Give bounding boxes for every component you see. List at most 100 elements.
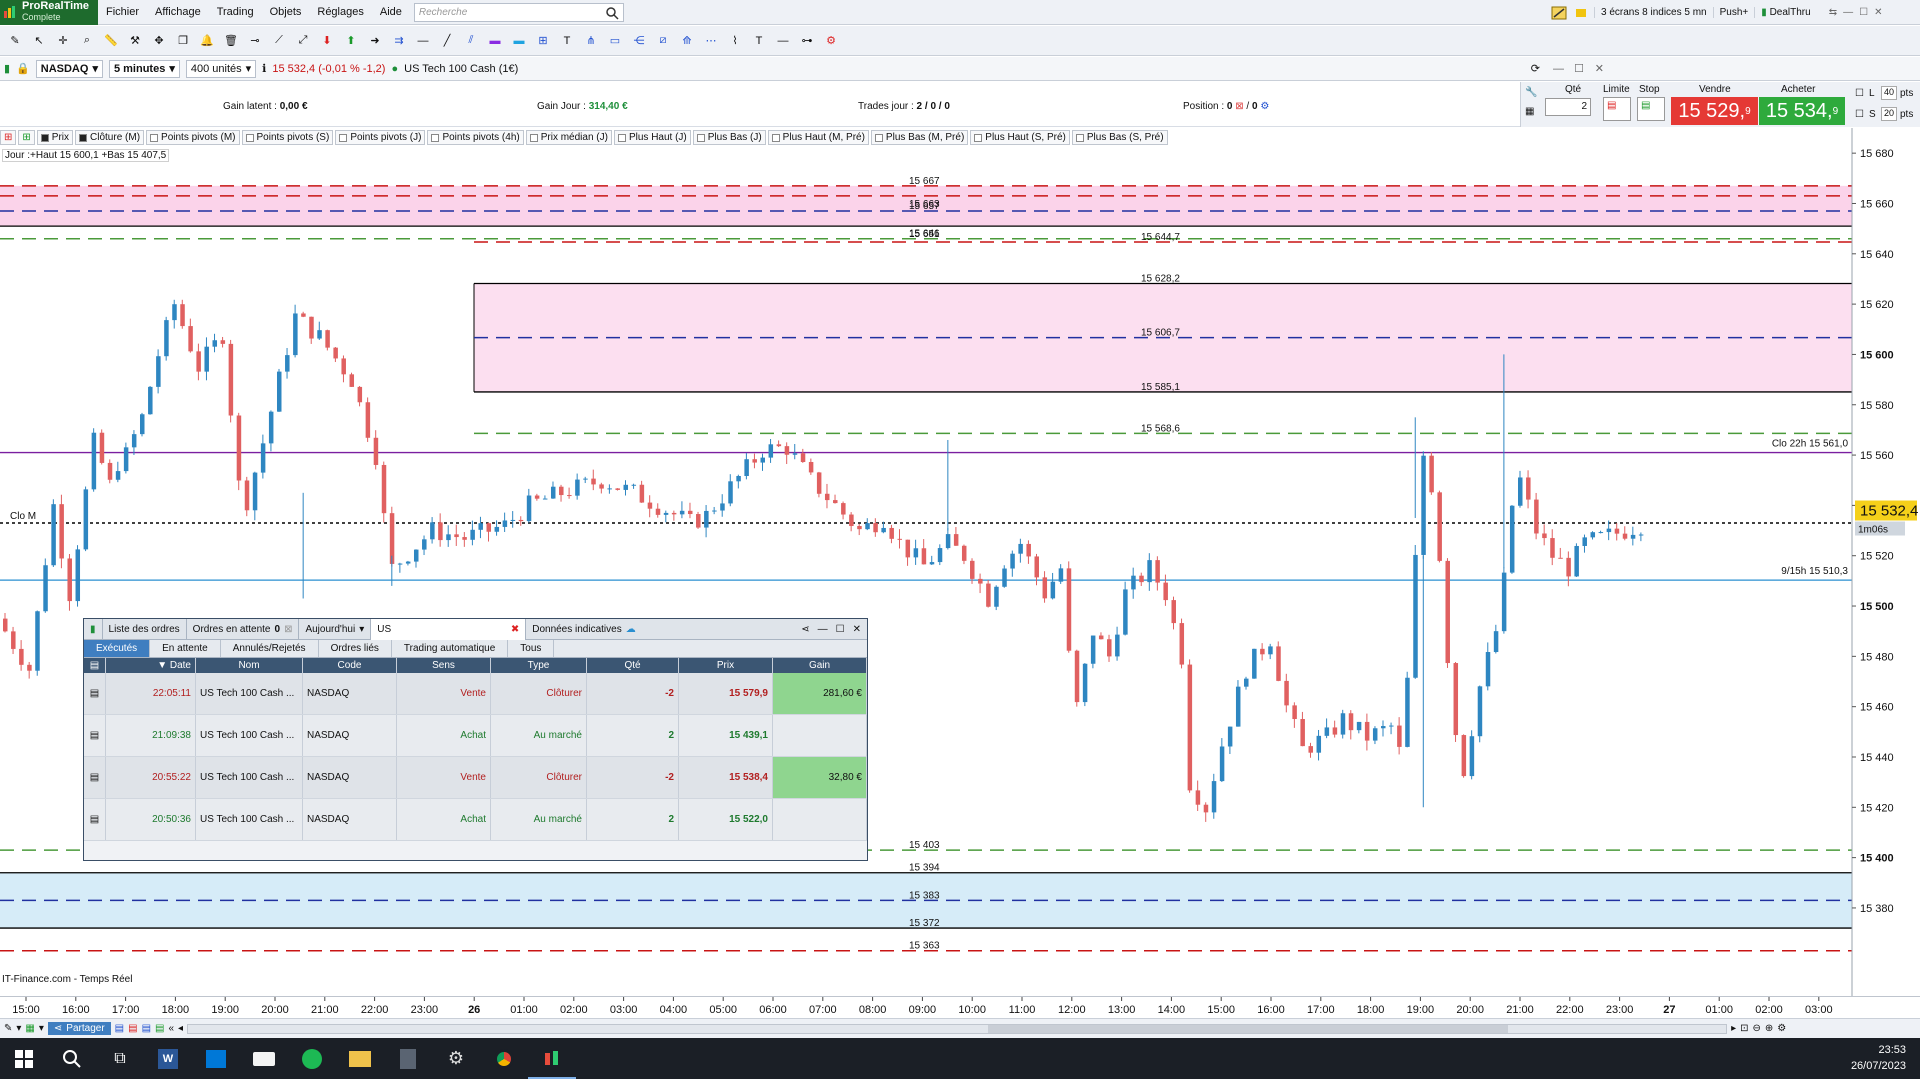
- zoom-fit-icon[interactable]: ⊡: [1740, 1023, 1748, 1034]
- search-input[interactable]: Recherche: [413, 2, 624, 22]
- horizontal-scrollbar[interactable]: [187, 1023, 1728, 1034]
- brush-icon[interactable]: ⌇: [726, 32, 744, 50]
- line-points-icon[interactable]: ⊸: [246, 32, 264, 50]
- fib-icon[interactable]: ⇉: [390, 32, 408, 50]
- table-row[interactable]: ▤ 22:05:11 US Tech 100 Cash ... NASDAQ V…: [84, 673, 867, 715]
- crosshair-icon[interactable]: ✛: [54, 32, 72, 50]
- col-date[interactable]: ▼ Date: [106, 658, 196, 673]
- word-icon[interactable]: W: [144, 1038, 192, 1079]
- window-minimize-icon[interactable]: —: [1843, 7, 1853, 18]
- buy-button[interactable]: 15 534, 9: [1759, 97, 1845, 125]
- pencil-icon[interactable]: [1550, 5, 1568, 21]
- indicator-checkbox[interactable]: [771, 133, 780, 142]
- col-nom[interactable]: Nom: [196, 658, 303, 673]
- explorer-icon[interactable]: [336, 1038, 384, 1079]
- symbol-selector[interactable]: NASDAQ ▾: [35, 59, 103, 78]
- ruler-icon[interactable]: 📏: [102, 32, 120, 50]
- indicator-checkbox[interactable]: [150, 133, 159, 142]
- info-icon[interactable]: ℹ: [262, 62, 266, 75]
- indicator-plus-haut-j[interactable]: Plus Haut (J): [613, 130, 691, 145]
- calculator-icon[interactable]: ▦: [1525, 106, 1534, 117]
- col-gain[interactable]: Gain: [773, 658, 867, 673]
- layout-selector[interactable]: 3 écrans 8 indices 5 mn: [1594, 7, 1714, 18]
- copy-icon[interactable]: ❐: [174, 32, 192, 50]
- indicator-checkbox[interactable]: [874, 133, 883, 142]
- calculator-icon[interactable]: [384, 1038, 432, 1079]
- color-line-icon[interactable]: ▬: [486, 32, 504, 50]
- text-box-icon[interactable]: T: [750, 32, 768, 50]
- tools-icon[interactable]: ⚒: [126, 32, 144, 50]
- time-axis[interactable]: 15:00 16:00 17:00 18:00 19:00 20:00 21:00 22:00…: [0, 996, 1920, 1018]
- indicator-checkbox[interactable]: [617, 133, 626, 142]
- horizontal-line-icon[interactable]: —: [414, 32, 432, 50]
- wrench-icon[interactable]: 🔧: [1525, 87, 1537, 98]
- scroll-left-icon[interactable]: «: [168, 1023, 174, 1034]
- menu-fichier[interactable]: Fichier: [98, 6, 147, 18]
- minimize-icon[interactable]: —: [818, 624, 828, 635]
- settings-icon[interactable]: ⚙: [1777, 1023, 1786, 1034]
- store-icon[interactable]: [192, 1038, 240, 1079]
- scroll-step-right-icon[interactable]: ▸: [1731, 1023, 1736, 1034]
- row-detail-icon[interactable]: ▤: [84, 799, 106, 840]
- ellipse-icon[interactable]: ⊶: [798, 32, 816, 50]
- taskbar-clock[interactable]: 23:53 26/07/2023: [1851, 1042, 1906, 1074]
- s-pts-input[interactable]: 20: [1881, 107, 1897, 121]
- chrome-icon[interactable]: [480, 1038, 528, 1079]
- indicator-plus-bas-m[interactable]: Plus Bas (M, Pré): [870, 130, 969, 145]
- qty-input[interactable]: 2: [1545, 98, 1591, 116]
- col-prix[interactable]: Prix: [679, 658, 773, 673]
- row-detail-icon[interactable]: ▤: [84, 673, 106, 714]
- trendline-icon[interactable]: ⟋: [270, 32, 288, 50]
- share-icon[interactable]: ⋖: [801, 624, 809, 635]
- indicator-checkbox[interactable]: [40, 133, 49, 142]
- indicator-pivots-4h[interactable]: Points pivots (4h): [427, 130, 524, 145]
- chart-maximize-icon[interactable]: ☐: [1574, 62, 1584, 75]
- indicator-add[interactable]: ⊞: [0, 130, 17, 145]
- alert-icon[interactable]: [1574, 6, 1588, 20]
- chevron-down-icon[interactable]: ▾: [39, 1023, 44, 1034]
- window-maximize-icon[interactable]: ☐: [1859, 7, 1868, 18]
- menu-trading[interactable]: Trading: [209, 6, 262, 18]
- s-checkbox[interactable]: ☐: [1855, 109, 1864, 120]
- l-pts-input[interactable]: 40: [1881, 86, 1897, 100]
- indicator-checkbox[interactable]: [696, 133, 705, 142]
- chevron-down-icon[interactable]: ▾: [16, 1023, 21, 1034]
- tool-icon[interactable]: ⚙: [432, 1038, 480, 1079]
- zoom-icon[interactable]: ⌕: [78, 32, 96, 50]
- menu-objets[interactable]: Objets: [262, 6, 310, 18]
- text-tool-icon[interactable]: T: [558, 32, 576, 50]
- indicator-checkbox[interactable]: [1075, 133, 1084, 142]
- position-settings-icon[interactable]: ⚙: [1260, 101, 1269, 112]
- arrow-right-icon[interactable]: ➜: [366, 32, 384, 50]
- order-ticket-icon[interactable]: ▮: [4, 62, 10, 75]
- tab-ordres-lies[interactable]: Ordres liés: [319, 640, 392, 657]
- col-type[interactable]: Type: [491, 658, 587, 673]
- date-filter-selector[interactable]: Aujourd'hui ▾: [299, 618, 372, 640]
- chart-close-icon[interactable]: ✕: [1595, 62, 1604, 75]
- col-sens[interactable]: Sens: [397, 658, 491, 673]
- units-selector[interactable]: 400 unités ▾: [185, 59, 257, 78]
- position-close-icon[interactable]: ⊠: [1235, 101, 1243, 112]
- tab-annules[interactable]: Annulés/Rejetés: [221, 640, 319, 657]
- indicator-plus-bas-s[interactable]: Plus Bas (S, Pré): [1071, 130, 1168, 145]
- indicator-icon[interactable]: ▤: [115, 1023, 124, 1034]
- indicator-checkbox[interactable]: [431, 133, 440, 142]
- screener-icon[interactable]: ▤: [155, 1023, 164, 1034]
- table-row[interactable]: ▤ 20:55:22 US Tech 100 Cash ... NASDAQ V…: [84, 757, 867, 799]
- arrow-up-icon[interactable]: ⬆: [342, 32, 360, 50]
- channel-icon[interactable]: ⫽: [462, 32, 480, 50]
- menu-reglages[interactable]: Réglages: [309, 6, 371, 18]
- projection-icon[interactable]: ⟰: [678, 32, 696, 50]
- close-icon[interactable]: ✕: [853, 624, 861, 635]
- tab-ordres-attente[interactable]: Ordres en attente 0 ⊠: [187, 618, 300, 640]
- settings-gear-icon[interactable]: ⚙: [822, 32, 840, 50]
- chart-type-icon[interactable]: ▦: [25, 1023, 34, 1034]
- indicator-plus-bas-j[interactable]: Plus Bas (J): [692, 130, 766, 145]
- scroll-step-left-icon[interactable]: ◂: [178, 1023, 183, 1034]
- zoom-out-icon[interactable]: ⊖: [1752, 1023, 1760, 1034]
- grid-tool-icon[interactable]: ⊞: [534, 32, 552, 50]
- menu-affichage[interactable]: Affichage: [147, 6, 209, 18]
- move-icon[interactable]: ✥: [150, 32, 168, 50]
- row-detail-icon[interactable]: ▤: [84, 757, 106, 798]
- table-row[interactable]: ▤ 21:09:38 US Tech 100 Cash ... NASDAQ A…: [84, 715, 867, 757]
